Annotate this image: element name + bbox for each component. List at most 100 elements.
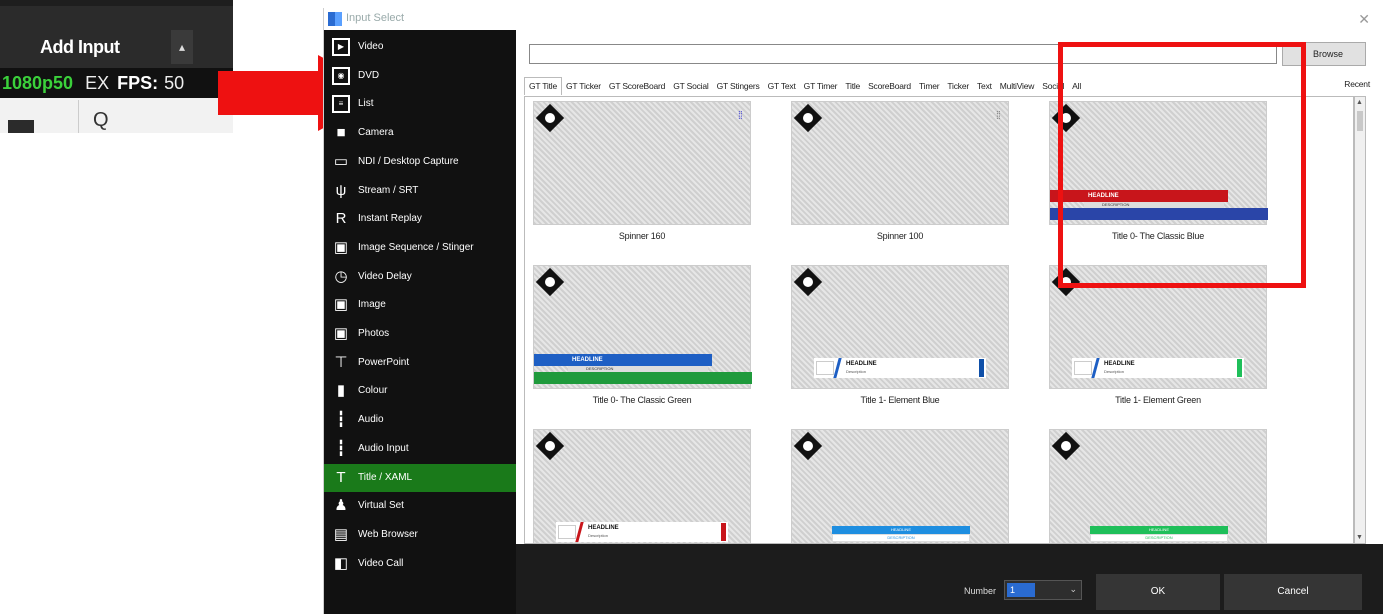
- template-tile[interactable]: ⁞⁞ Spinner 160: [533, 101, 791, 261]
- video-icon: ▶: [332, 38, 350, 56]
- tab-recent[interactable]: Recent: [1340, 76, 1374, 94]
- sidebar-item-title-xaml[interactable]: T Title / XAML: [324, 463, 516, 492]
- list-icon: ≡: [332, 95, 350, 114]
- vmix-logo-icon: [328, 12, 342, 26]
- windows-start-icon[interactable]: [8, 120, 34, 133]
- add-input-button[interactable]: Add Input: [10, 30, 170, 64]
- tab-gt-scoreboard[interactable]: GT ScoreBoard: [605, 78, 669, 96]
- template-tile[interactable]: ⁞⁞ Spinner 100: [791, 101, 1049, 261]
- sidebar-item-video[interactable]: ▶ Video: [324, 33, 516, 61]
- photos-icon: ▣: [333, 325, 349, 342]
- template-tile[interactable]: HEADLINE DESCRIPTION Title 0- The Classic …: [533, 265, 791, 425]
- close-icon[interactable]: ✕: [1358, 11, 1370, 28]
- preview-accent: [1091, 358, 1100, 378]
- gt-logo-icon: [793, 103, 823, 133]
- sidebar-item-list[interactable]: ≡ List: [324, 90, 516, 118]
- sidebar-item-label: Audio: [358, 414, 384, 426]
- preview-description: Description: [588, 533, 609, 538]
- spinner-icon: ⁞⁞: [995, 110, 1001, 122]
- tab-multiview[interactable]: MultiView: [996, 78, 1038, 96]
- audio-icon: ┇: [336, 411, 346, 429]
- template-thumbnail[interactable]: ⁞⁞: [791, 101, 1009, 225]
- lower-third-preview: HEADLINE DESCRIPTION: [1090, 526, 1228, 542]
- scroll-down-icon[interactable]: ▼: [1356, 534, 1363, 541]
- sidebar-item-stream-srt[interactable]: ψ Stream / SRT: [324, 177, 516, 205]
- sidebar-item-video-delay[interactable]: ◷ Video Delay: [324, 263, 516, 291]
- template-caption: Title 1- Element Blue: [860, 395, 940, 405]
- dialog-footer: Number 1 ⌄ OK Cancel: [516, 544, 1383, 614]
- number-select[interactable]: 1 ⌄: [1004, 580, 1082, 600]
- input-type-sidebar: ▶ Video ◉ DVD ≡ List ■ Camera ▭ NDI / Desktop Cap…: [324, 30, 516, 614]
- tab-title[interactable]: Title: [841, 78, 864, 96]
- sidebar-item-audio[interactable]: ┇ Audio: [324, 406, 516, 434]
- dialog-title: Input Select: [346, 12, 405, 24]
- tab-text[interactable]: Text: [973, 78, 996, 96]
- tab-gt-title[interactable]: GT Title: [524, 77, 563, 95]
- template-tile[interactable]: HEADLINE Description Title 1- Element Blue: [791, 265, 1049, 425]
- sidebar-item-label: Photos: [358, 328, 390, 339]
- tab-gt-timer[interactable]: GT Timer: [800, 78, 842, 96]
- template-thumbnail[interactable]: HEADLINE DESCRIPTION: [1049, 429, 1267, 543]
- template-thumbnail[interactable]: ⁞⁞: [533, 101, 751, 225]
- template-tile[interactable]: HEADLINE DESCRIPTION: [1049, 429, 1307, 543]
- preview-headline: HEADLINE: [1104, 361, 1135, 367]
- sidebar-item-photos[interactable]: ▣ Photos: [324, 320, 516, 348]
- template-thumbnail[interactable]: HEADLINE DESCRIPTION: [791, 429, 1009, 543]
- sidebar-item-web-browser[interactable]: ▤ Web Browser: [324, 521, 516, 549]
- sidebar-item-colour[interactable]: ▮ Colour: [324, 377, 516, 405]
- taskbar-search-icon[interactable]: Q: [78, 100, 233, 133]
- scroll-up-icon[interactable]: ▲: [1356, 99, 1363, 106]
- tab-timer[interactable]: Timer: [915, 78, 943, 96]
- vertical-scrollbar[interactable]: ▲ ▼: [1354, 96, 1366, 544]
- tab-ticker[interactable]: Ticker: [943, 78, 973, 96]
- sidebar-item-virtual-set[interactable]: ♟ Virtual Set: [324, 492, 516, 520]
- sidebar-item-image[interactable]: ▣ Image: [324, 291, 516, 319]
- dialog-title-bar: Input Select ✕: [324, 8, 1383, 30]
- template-tile[interactable]: HEADLINE Description Title 1- Element Gree…: [1049, 265, 1307, 425]
- sidebar-item-video-call[interactable]: ◧ Video Call: [324, 550, 516, 578]
- ex-label: EX: [85, 73, 110, 93]
- video-call-icon: ◧: [333, 554, 349, 572]
- sidebar-item-ndi-desktop-capture[interactable]: ▭ NDI / Desktop Capture: [324, 148, 516, 176]
- highlight-box: [1058, 42, 1306, 288]
- virtual-set-icon: ♟: [334, 497, 348, 515]
- tab-gt-social[interactable]: GT Social: [669, 78, 712, 96]
- cancel-button[interactable]: Cancel: [1224, 574, 1362, 610]
- preview-logo: [558, 525, 576, 539]
- tab-gt-stingers[interactable]: GT Stingers: [713, 78, 764, 96]
- preview-end-cap: [721, 523, 726, 541]
- template-thumbnail[interactable]: HEADLINE DESCRIPTION: [533, 265, 752, 389]
- lower-third-preview: HEADLINE Description: [1072, 358, 1244, 378]
- chevron-down-icon[interactable]: ⌄: [1069, 584, 1077, 595]
- sidebar-item-label: Web Browser: [358, 528, 418, 540]
- add-input-dropdown[interactable]: ▴: [171, 30, 193, 64]
- tab-scoreboard[interactable]: ScoreBoard: [864, 78, 915, 96]
- template-caption: Spinner 100: [876, 231, 924, 241]
- sidebar-item-powerpoint[interactable]: ⊤ PowerPoint: [324, 349, 516, 377]
- sidebar-item-label: Image: [358, 299, 386, 311]
- lower-third-preview: HEADLINE Description: [556, 522, 728, 542]
- template-thumbnail[interactable]: HEADLINE Description: [533, 429, 751, 543]
- tab-gt-ticker[interactable]: GT Ticker: [562, 78, 605, 96]
- sidebar-item-instant-replay[interactable]: R Instant Replay: [324, 205, 516, 233]
- spinner-icon: ⁞⁞: [737, 110, 743, 122]
- sidebar-item-camera[interactable]: ■ Camera: [324, 119, 516, 147]
- fps-value: 50: [164, 73, 185, 93]
- image-sequence-icon: ▣: [333, 238, 349, 256]
- template-tile[interactable]: HEADLINE Description: [533, 429, 791, 543]
- sidebar-item-label: NDI / Desktop Capture: [358, 155, 459, 167]
- template-thumbnail[interactable]: HEADLINE Description: [791, 265, 1009, 389]
- scroll-thumb[interactable]: [1357, 111, 1363, 131]
- sidebar-item-image-sequence-stinger[interactable]: ▣ Image Sequence / Stinger: [324, 234, 516, 262]
- sidebar-item-audio-input[interactable]: ┇ Audio Input: [324, 435, 516, 463]
- antenna-icon: ψ: [335, 181, 347, 199]
- sidebar-item-label: Virtual Set: [358, 500, 404, 512]
- preview-description: Description: [1104, 369, 1125, 374]
- ok-button[interactable]: OK: [1096, 574, 1220, 610]
- gt-logo-icon: [1051, 431, 1081, 461]
- sidebar-item-dvd[interactable]: ◉ DVD: [324, 62, 516, 90]
- template-tile[interactable]: HEADLINE DESCRIPTION: [791, 429, 1049, 543]
- projector-icon: ⊤: [334, 353, 348, 371]
- tab-gt-text[interactable]: GT Text: [764, 78, 800, 96]
- resolution-label: 1080p50: [2, 73, 74, 93]
